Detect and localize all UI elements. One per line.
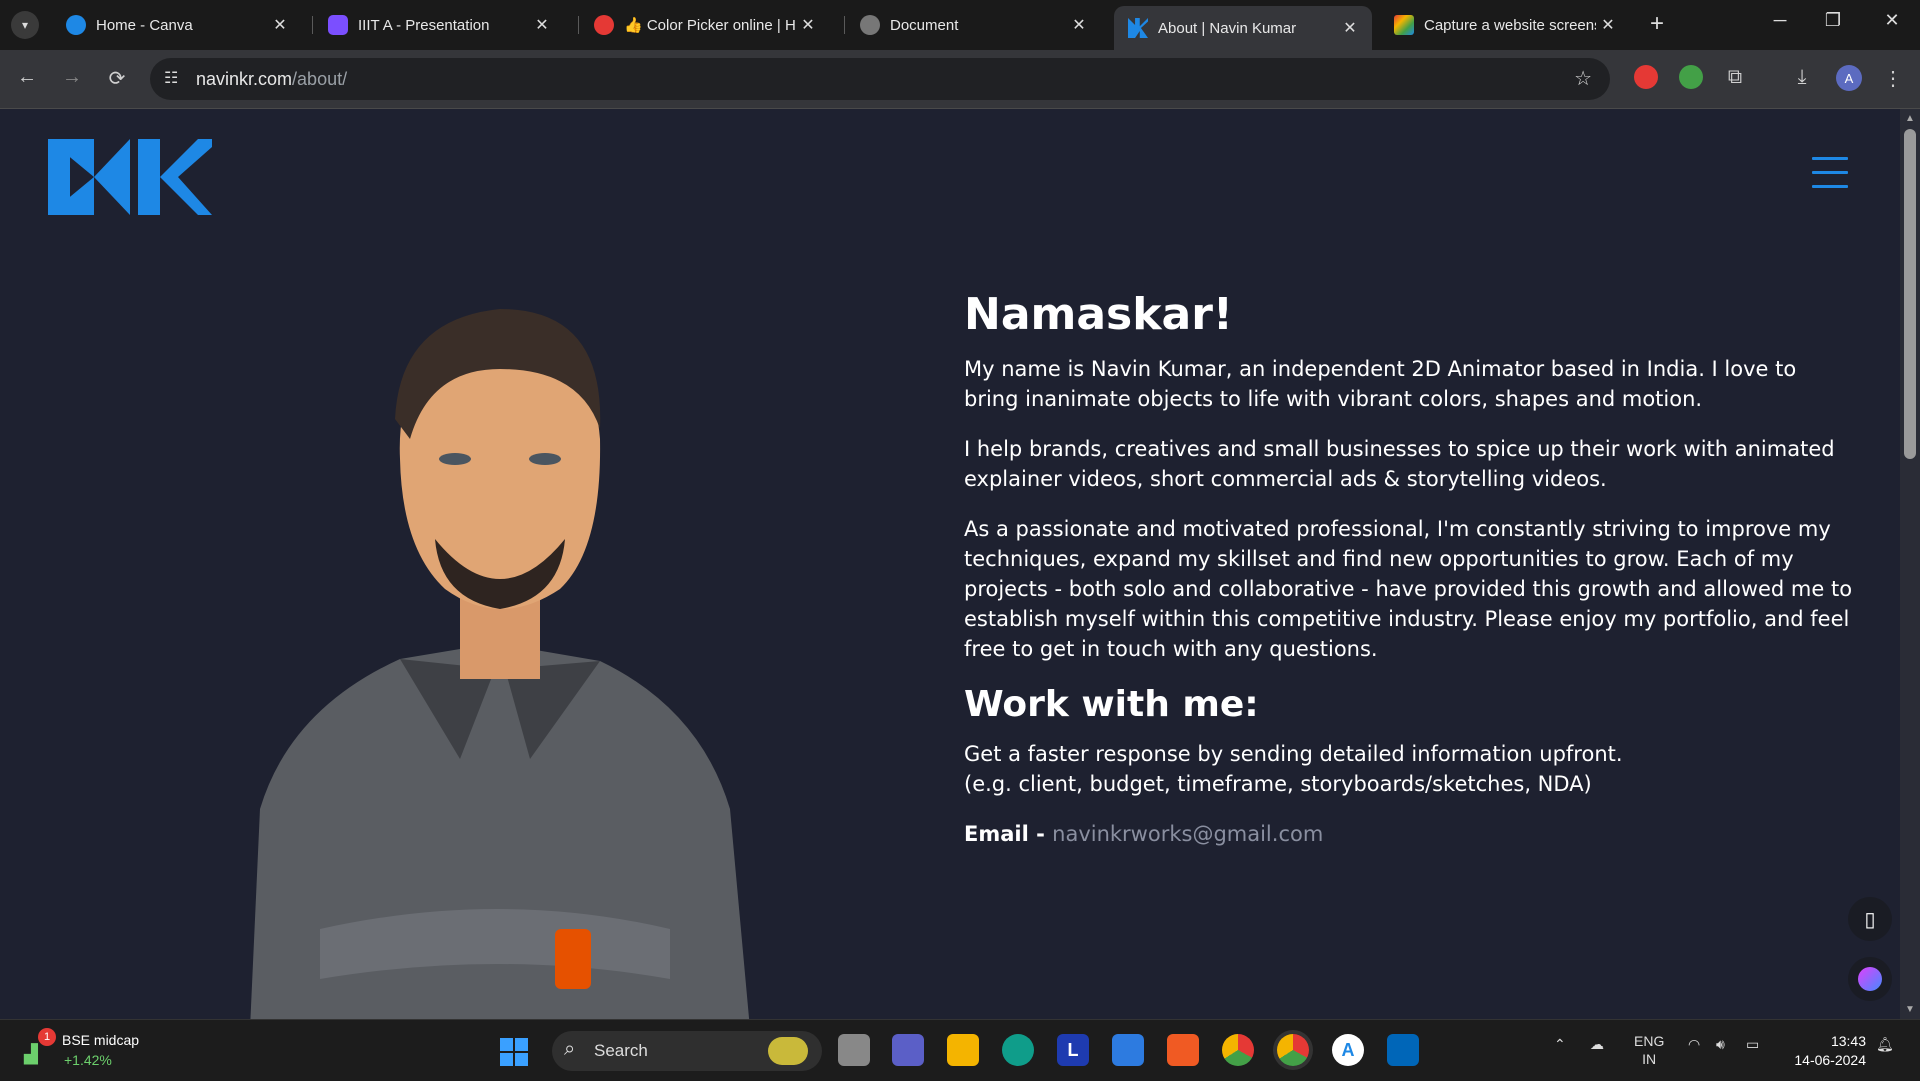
email-label: Email - <box>964 822 1053 846</box>
profile-avatar[interactable]: A <box>1836 65 1862 91</box>
tab-about-navin-kumar[interactable]: About | Navin Kumar ✕ <box>1114 6 1372 50</box>
teams-icon[interactable] <box>892 1034 924 1066</box>
brave-icon[interactable] <box>1167 1034 1199 1066</box>
onedrive-icon[interactable]: ☁ <box>1590 1036 1604 1053</box>
email-link[interactable]: navinkrworks@gmail.com <box>1052 822 1323 846</box>
tab-separator <box>312 16 313 34</box>
close-tab-icon[interactable]: ✕ <box>1338 18 1362 38</box>
close-tab-icon[interactable]: ✕ <box>530 15 554 35</box>
l-app-icon[interactable]: L <box>1057 1034 1089 1066</box>
sketch-app-icon[interactable] <box>1112 1034 1144 1066</box>
extension-green-icon[interactable] <box>1679 65 1703 89</box>
clock[interactable]: 13:43 14-06-2024 <box>1786 1032 1866 1070</box>
ai-assistant-icon[interactable] <box>1848 957 1892 1001</box>
tab-presentation[interactable]: IIIT A - Presentation ✕ <box>314 6 564 44</box>
tab-separator <box>844 16 845 34</box>
canva-icon <box>66 15 86 35</box>
document-icon <box>860 15 880 35</box>
tab-home-canva[interactable]: Home - Canva ✕ <box>52 6 302 44</box>
battery-icon[interactable]: ▭ <box>1746 1036 1759 1053</box>
windows-start-button[interactable] <box>500 1038 528 1071</box>
capture-icon <box>1394 15 1414 35</box>
task-view-icon[interactable] <box>838 1034 870 1066</box>
chrome-profile-icon[interactable] <box>1277 1034 1309 1066</box>
email-line: Email - navinkrworks@gmail.com <box>964 819 1854 849</box>
tab-document[interactable]: Document ✕ <box>846 6 1101 44</box>
close-tab-icon[interactable]: ✕ <box>1067 15 1091 35</box>
hamburger-menu-icon[interactable] <box>1812 157 1848 199</box>
nk-logo-icon <box>1128 18 1148 38</box>
work-heading: Work with me: <box>964 684 1259 725</box>
site-info-icon[interactable]: ☷ <box>164 68 178 88</box>
notification-badge: 1 <box>38 1028 56 1046</box>
scrollbar-thumb[interactable] <box>1904 129 1916 459</box>
tab-capture-screenshot[interactable]: Capture a website screenshot ✕ <box>1380 6 1630 44</box>
forward-button[interactable]: → <box>57 66 87 89</box>
new-tab-button[interactable]: + <box>1650 10 1664 38</box>
scroll-up-arrow[interactable]: ▲ <box>1905 113 1915 124</box>
chrome-icon[interactable] <box>1222 1034 1254 1066</box>
tab-separator <box>578 16 579 34</box>
file-explorer-icon[interactable] <box>947 1034 979 1066</box>
volume-icon[interactable]: 🔊︎ <box>1716 1036 1725 1053</box>
work-text: Get a faster response by sending detaile… <box>964 742 1623 796</box>
close-window-button[interactable]: ✕ <box>1872 10 1912 31</box>
windows-taskbar: ▟ 1 BSE midcap +1.42% ⌕ Search L A ⌃ ☁ E… <box>0 1019 1920 1081</box>
vscode-icon[interactable] <box>1387 1034 1419 1066</box>
presentation-icon <box>328 15 348 35</box>
page-title: Namaskar! <box>964 289 1233 340</box>
extension-red-icon[interactable] <box>1634 65 1658 89</box>
wifi-icon[interactable]: ◠ <box>1688 1036 1700 1053</box>
download-icon[interactable]: ⤓ <box>1787 66 1817 89</box>
menu-kebab-icon[interactable]: ⋮ <box>1878 66 1908 91</box>
show-hidden-icons[interactable]: ⌃ <box>1554 1036 1566 1053</box>
search-icon: ⌕ <box>564 1038 576 1060</box>
restore-button[interactable]: ❐ <box>1813 10 1853 31</box>
page-viewport: Namaskar! My name is Navin Kumar, an ind… <box>0 109 1900 1019</box>
about-content: Namaskar! My name is Navin Kumar, an ind… <box>964 289 1854 869</box>
portrait-illustration <box>230 289 790 1019</box>
bookmark-star-icon[interactable]: ☆ <box>1574 66 1592 91</box>
nk-logo[interactable] <box>48 139 212 220</box>
back-button[interactable]: ← <box>12 66 42 89</box>
reload-button[interactable]: ⟳ <box>102 66 132 91</box>
tab-search-button[interactable]: ▾ <box>11 11 39 39</box>
language-indicator[interactable]: ENG IN <box>1634 1032 1664 1068</box>
notification-bell-icon[interactable]: 🔔︎ <box>1876 1036 1894 1053</box>
url-text[interactable]: navinkr.com/about/ <box>196 69 347 90</box>
search-highlight-icon <box>768 1037 808 1065</box>
close-tab-icon[interactable]: ✕ <box>796 15 820 35</box>
browser-tab-strip: ▾ Home - Canva ✕ IIIT A - Presentation ✕… <box>0 0 1920 50</box>
browser-toolbar: ← → ⟳ ☷ navinkr.com/about/ ☆ ⧉ ⤓ A ⋮ <box>0 50 1920 109</box>
edge-icon[interactable] <box>1002 1034 1034 1066</box>
extensions-puzzle-icon[interactable]: ⧉ <box>1720 66 1750 89</box>
page-scrollbar[interactable]: ▲ ▼ <box>1900 109 1920 1019</box>
reading-mode-icon[interactable]: ▯ <box>1848 897 1892 941</box>
translate-app-icon[interactable]: A <box>1332 1034 1364 1066</box>
taskbar-search[interactable]: ⌕ Search <box>552 1031 822 1071</box>
color-picker-icon <box>594 15 614 35</box>
professional-paragraph: As a passionate and motivated profession… <box>964 517 1853 661</box>
scroll-down-arrow[interactable]: ▼ <box>1905 1004 1915 1015</box>
close-tab-icon[interactable]: ✕ <box>1596 15 1620 35</box>
close-tab-icon[interactable]: ✕ <box>268 15 292 35</box>
address-bar[interactable]: ☷ navinkr.com/about/ ☆ <box>150 58 1610 100</box>
chart-bars-icon: ▟ <box>24 1044 38 1064</box>
intro-paragraph: My name is Navin Kumar, an independent 2… <box>964 357 1797 411</box>
services-paragraph: I help brands, creatives and small busin… <box>964 437 1835 491</box>
minimize-button[interactable]: ─ <box>1760 10 1800 31</box>
tab-color-picker[interactable]: 👍 Color Picker online | HE ✕ <box>580 6 830 44</box>
